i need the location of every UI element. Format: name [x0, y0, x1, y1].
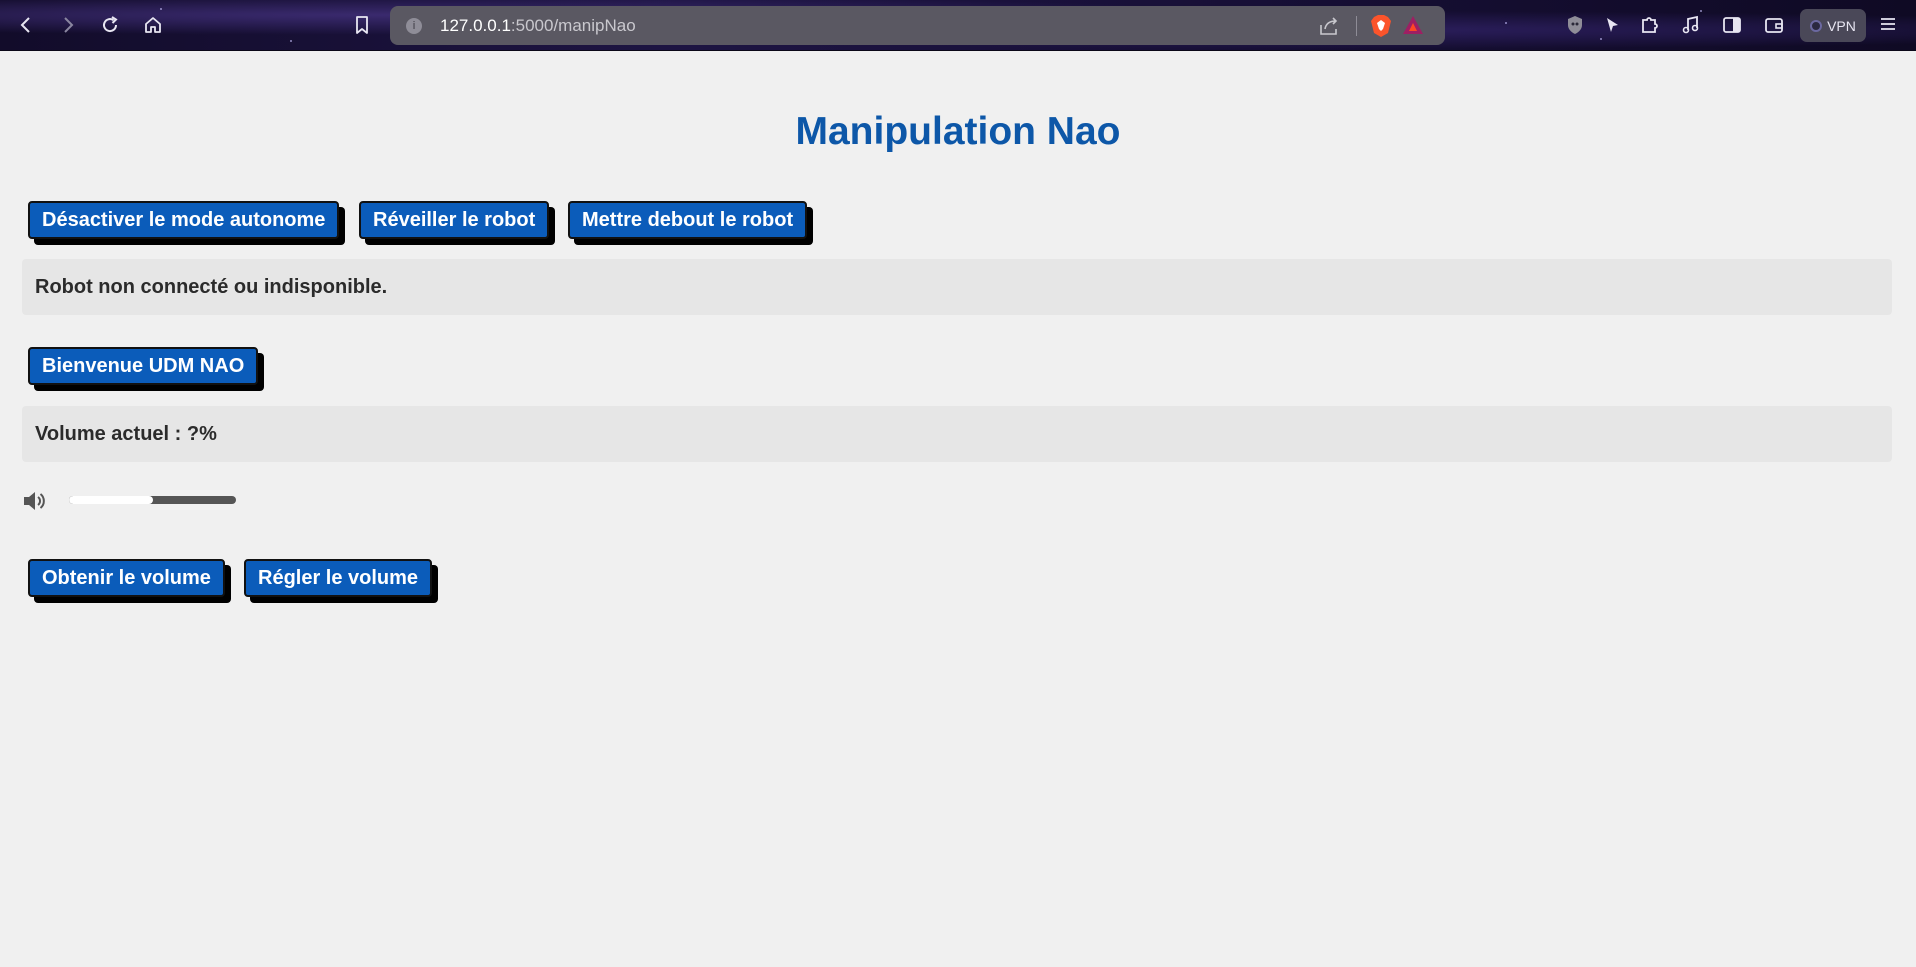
extension-shield-icon[interactable]: [1563, 13, 1587, 37]
page-title: Manipulation Nao: [795, 110, 1121, 153]
disable-autonomous-button[interactable]: Désactiver le mode autonome: [28, 201, 340, 239]
bookmark-button[interactable]: [346, 9, 378, 41]
vpn-button[interactable]: VPN: [1800, 9, 1866, 42]
reload-button[interactable]: [94, 9, 126, 41]
get-volume-button[interactable]: Obtenir le volume: [28, 559, 225, 597]
back-arrow-icon: [20, 17, 30, 33]
volume-slider-fill: [69, 496, 153, 504]
robot-status-message: Robot non connecté ou indisponible.: [22, 259, 1892, 315]
volume-status-message: Volume actuel : ?%: [22, 406, 1892, 462]
reload-icon: [103, 16, 118, 33]
background-star: [1700, 10, 1702, 12]
volume-control: [22, 488, 242, 512]
separator: [1356, 16, 1357, 36]
menu-icon[interactable]: [1878, 14, 1898, 39]
url-path: :5000/manipNao: [510, 16, 636, 35]
forward-button[interactable]: [52, 9, 84, 41]
volume-slider[interactable]: [69, 496, 236, 504]
brave-rewards-icon[interactable]: [1402, 15, 1424, 40]
wake-robot-button[interactable]: Réveiller le robot: [359, 201, 550, 239]
sidebar-toggle-icon[interactable]: [1720, 13, 1744, 37]
background-star: [1600, 38, 1602, 40]
home-button[interactable]: [137, 9, 169, 41]
site-info-icon[interactable]: i: [406, 18, 422, 34]
share-icon[interactable]: [1318, 15, 1340, 42]
background-star: [290, 40, 292, 42]
forward-arrow-icon: [64, 17, 74, 33]
address-bar[interactable]: i 127.0.0.1:5000/manipNao: [390, 6, 1445, 45]
vpn-label: VPN: [1827, 17, 1856, 34]
wallet-icon[interactable]: [1762, 13, 1786, 37]
extensions-puzzle-icon[interactable]: [1638, 13, 1662, 37]
set-volume-button[interactable]: Régler le volume: [244, 559, 433, 597]
background-star: [1505, 22, 1507, 24]
music-note-icon[interactable]: [1679, 13, 1703, 37]
vpn-status-icon: [1810, 19, 1823, 32]
welcome-button[interactable]: Bienvenue UDM NAO: [28, 347, 259, 385]
brave-shields-icon[interactable]: [1370, 14, 1392, 43]
home-icon: [145, 17, 161, 33]
browser-toolbar: i 127.0.0.1:5000/manipNao VPN: [0, 0, 1916, 51]
url-host: 127.0.0.1: [440, 16, 511, 35]
speaker-volume-icon[interactable]: [22, 490, 46, 517]
cursor-extension-icon[interactable]: [1600, 13, 1624, 37]
back-button[interactable]: [10, 9, 42, 41]
url-text[interactable]: 127.0.0.1:5000/manipNao: [440, 16, 636, 36]
stand-robot-button[interactable]: Mettre debout le robot: [568, 201, 808, 239]
bookmark-icon: [356, 16, 368, 34]
